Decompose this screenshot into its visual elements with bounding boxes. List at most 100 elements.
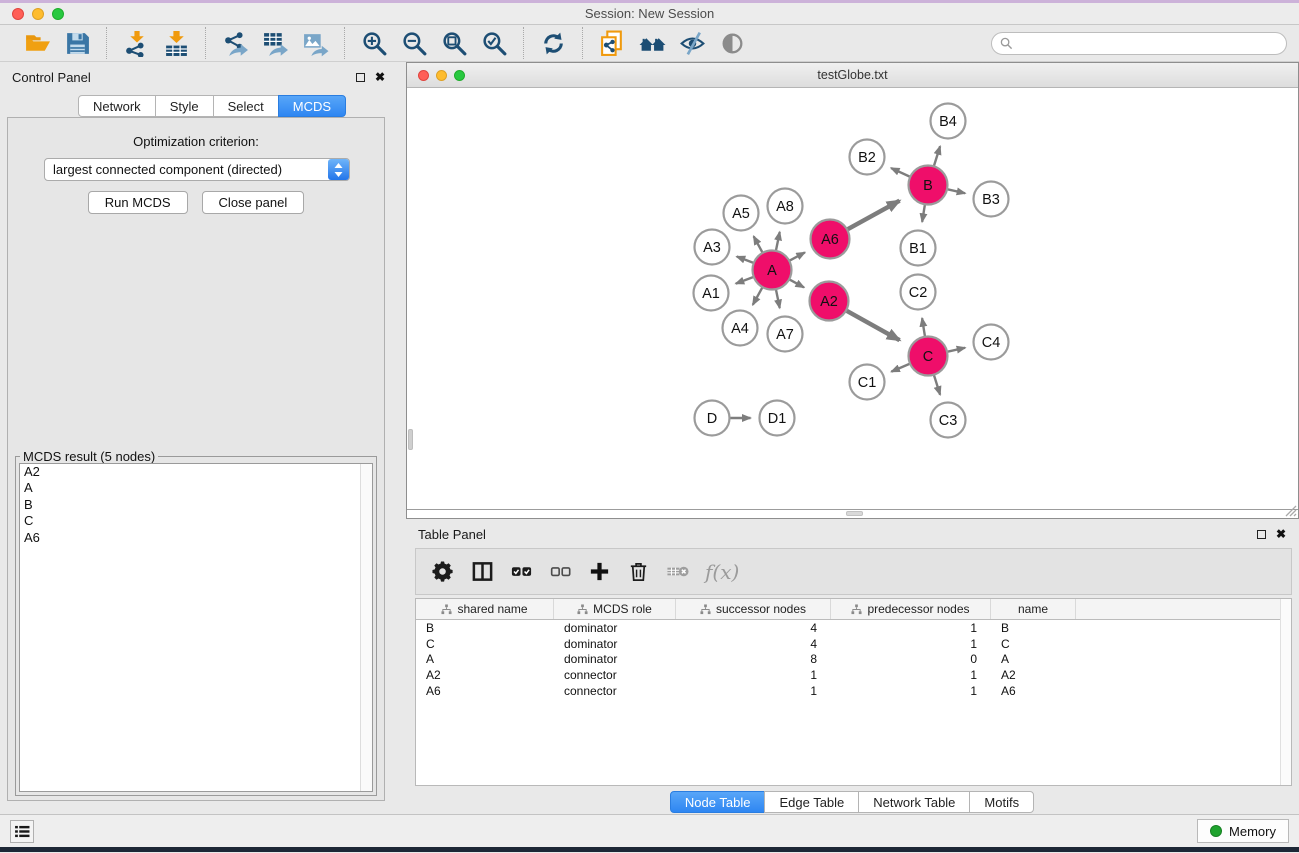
zoom-selected-icon[interactable]: [474, 27, 514, 59]
graph-edge-A2-C[interactable]: [846, 310, 900, 340]
graph-node-C[interactable]: C: [909, 337, 948, 376]
home-icon[interactable]: [632, 27, 672, 59]
zoom-fit-icon[interactable]: [434, 27, 474, 59]
column-header-shared-name[interactable]: shared name: [416, 599, 554, 619]
table-close-panel-icon[interactable]: ✖: [1276, 530, 1286, 539]
table-row[interactable]: Cdominator41C: [416, 636, 1291, 652]
table-row[interactable]: A2connector11A2: [416, 667, 1291, 683]
run-mcds-button[interactable]: Run MCDS: [88, 191, 188, 214]
network-minimize-button[interactable]: [436, 70, 447, 81]
table-row[interactable]: Adominator80A: [416, 652, 1291, 668]
export-table-icon[interactable]: [255, 27, 295, 59]
toggle-columns-icon[interactable]: [467, 557, 497, 587]
close-window-button[interactable]: [12, 8, 24, 20]
graph-node-B1[interactable]: B1: [901, 231, 936, 266]
delete-icon[interactable]: [623, 557, 653, 587]
graph-node-B2[interactable]: B2: [850, 140, 885, 175]
graph-edge-B-B4[interactable]: [934, 146, 940, 166]
select-all-checkboxes-icon[interactable]: [506, 557, 536, 587]
mcds-result-item[interactable]: C: [20, 513, 372, 529]
graph-node-A[interactable]: A: [753, 251, 792, 290]
graph-node-A2[interactable]: A2: [810, 282, 849, 321]
graph-node-D1[interactable]: D1: [760, 401, 795, 436]
column-header-predecessor-nodes[interactable]: predecessor nodes: [831, 599, 991, 619]
mcds-result-item[interactable]: A2: [20, 464, 372, 480]
tab-motifs[interactable]: Motifs: [969, 791, 1034, 813]
delete-table-icon[interactable]: [662, 557, 692, 587]
tab-mcds[interactable]: MCDS: [278, 95, 346, 117]
graph-edge-A-A5[interactable]: [754, 236, 763, 253]
table-row[interactable]: Bdominator41B: [416, 620, 1291, 636]
refresh-icon[interactable]: [533, 27, 573, 59]
graph-node-D[interactable]: D: [695, 401, 730, 436]
graph-node-A6[interactable]: A6: [811, 220, 850, 259]
graph-node-B4[interactable]: B4: [931, 104, 966, 139]
graph-edge-C-C2[interactable]: [922, 318, 925, 337]
task-history-button[interactable]: [10, 820, 34, 843]
graph-node-A7[interactable]: A7: [768, 317, 803, 352]
graph-edge-C-C3[interactable]: [934, 375, 940, 395]
float-panel-icon[interactable]: [356, 73, 365, 82]
table-float-panel-icon[interactable]: [1257, 530, 1266, 539]
node-table-scrollbar[interactable]: [1280, 599, 1291, 785]
table-settings-gear-icon[interactable]: [428, 557, 458, 587]
graph-node-B[interactable]: B: [909, 166, 948, 205]
export-network-icon[interactable]: [215, 27, 255, 59]
graph-edge-C-C4[interactable]: [947, 348, 965, 352]
criterion-dropdown[interactable]: largest connected component (directed): [44, 158, 350, 181]
graph-edge-A-A6[interactable]: [789, 252, 805, 260]
maximize-window-button[interactable]: [52, 8, 64, 20]
search-field[interactable]: [991, 32, 1287, 55]
export-image-icon[interactable]: [295, 27, 335, 59]
graph-edge-A-A3[interactable]: [737, 256, 754, 263]
tab-style[interactable]: Style: [155, 95, 214, 117]
memory-button[interactable]: Memory: [1197, 819, 1289, 843]
graph-edge-A-A1[interactable]: [736, 277, 754, 284]
graph-edge-A-A7[interactable]: [776, 289, 780, 308]
network-vertical-scrollbar[interactable]: [407, 88, 414, 509]
tab-select[interactable]: Select: [213, 95, 279, 117]
network-vscroll-thumb[interactable]: [408, 429, 413, 450]
table-row[interactable]: A6connector11A6: [416, 683, 1291, 699]
network-close-button[interactable]: [418, 70, 429, 81]
search-input[interactable]: [1018, 36, 1278, 50]
close-panel-button[interactable]: Close panel: [202, 191, 305, 214]
hide-panels-icon[interactable]: [672, 27, 712, 59]
tab-edge-table[interactable]: Edge Table: [764, 791, 859, 813]
graph-edge-C-C1[interactable]: [891, 364, 910, 372]
deselect-all-checkboxes-icon[interactable]: [545, 557, 575, 587]
zoom-in-icon[interactable]: [354, 27, 394, 59]
graph-node-C1[interactable]: C1: [850, 365, 885, 400]
import-table-icon[interactable]: [156, 27, 196, 59]
tab-network[interactable]: Network: [78, 95, 156, 117]
graph-edge-A-A8[interactable]: [776, 232, 780, 251]
graph-edge-A-A4[interactable]: [753, 287, 763, 305]
graph-node-A1[interactable]: A1: [694, 276, 729, 311]
graph-node-B3[interactable]: B3: [974, 182, 1009, 217]
tab-node-table[interactable]: Node Table: [670, 791, 766, 813]
network-canvas[interactable]: B4B2BB3A8A5A6A3B1AC2A1A2A4A7C4CC1C3DD1: [407, 88, 1298, 509]
save-session-icon[interactable]: [57, 27, 97, 59]
graph-node-C2[interactable]: C2: [901, 275, 936, 310]
graph-edge-B-B1[interactable]: [922, 204, 925, 222]
graph-node-A4[interactable]: A4: [723, 311, 758, 346]
graph-edge-B-B2[interactable]: [891, 168, 910, 177]
show-panels-icon[interactable]: [712, 27, 752, 59]
minimize-window-button[interactable]: [32, 8, 44, 20]
function-builder-icon[interactable]: f(x): [705, 560, 739, 584]
graph-node-C4[interactable]: C4: [974, 325, 1009, 360]
graph-node-A3[interactable]: A3: [695, 230, 730, 265]
column-header-successor-nodes[interactable]: successor nodes: [676, 599, 831, 619]
graph-edge-B-B3[interactable]: [947, 189, 965, 193]
graph-edge-A-A2[interactable]: [789, 279, 804, 287]
import-network-icon[interactable]: [116, 27, 156, 59]
tab-network-table[interactable]: Network Table: [858, 791, 970, 813]
graph-edge-A6-B[interactable]: [847, 201, 899, 230]
zoom-out-icon[interactable]: [394, 27, 434, 59]
network-horizontal-scrollbar[interactable]: [407, 509, 1298, 516]
network-hscroll-thumb[interactable]: [846, 511, 863, 516]
mcds-result-item[interactable]: B: [20, 497, 372, 513]
graph-node-A8[interactable]: A8: [768, 189, 803, 224]
graph-node-A5[interactable]: A5: [724, 196, 759, 231]
resize-grip-icon[interactable]: [1284, 504, 1297, 517]
